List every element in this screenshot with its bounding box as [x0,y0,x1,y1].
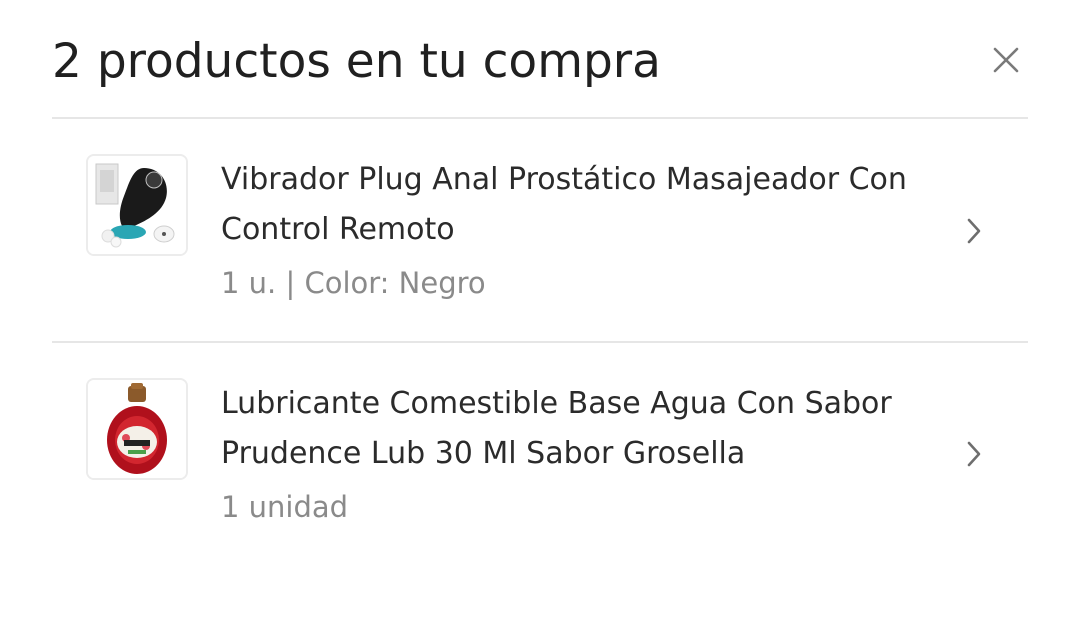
item-title: Vibrador Plug Anal Prostático Masajeador… [221,155,941,255]
sheet-header: 2 productos en tu compra [52,30,1028,100]
item-title-line: Vibrador Plug Anal Prostático Masajeador… [221,162,907,197]
item-title-line: Control Remoto [221,212,455,247]
item-meta: 1 unidad [221,490,349,524]
product-image [86,154,188,256]
divider [52,341,1028,343]
chevron-right-icon [962,438,986,470]
list-item[interactable]: Vibrador Plug Anal Prostático Masajeador… [52,142,1028,342]
item-title: Lubricante Comestible Base Agua Con Sabo… [221,379,941,479]
close-icon [993,47,1019,73]
close-button[interactable] [984,38,1028,82]
list-item[interactable]: Lubricante Comestible Base Agua Con Sabo… [52,366,1028,566]
item-meta: 1 u. | Color: Negro [221,266,486,300]
divider [52,117,1028,119]
purchase-products-sheet: 2 productos en tu compra Vibrador Plug A… [0,0,1080,644]
item-title-line: Prudence Lub 30 Ml Sabor Grosella [221,436,746,471]
product-image-lubricant [88,380,186,478]
page-title: 2 productos en tu compra [52,34,661,89]
product-image [86,378,188,480]
item-title-line: Lubricante Comestible Base Agua Con Sabo… [221,386,892,421]
chevron-right-icon [962,215,986,247]
product-image-plug [88,156,186,254]
